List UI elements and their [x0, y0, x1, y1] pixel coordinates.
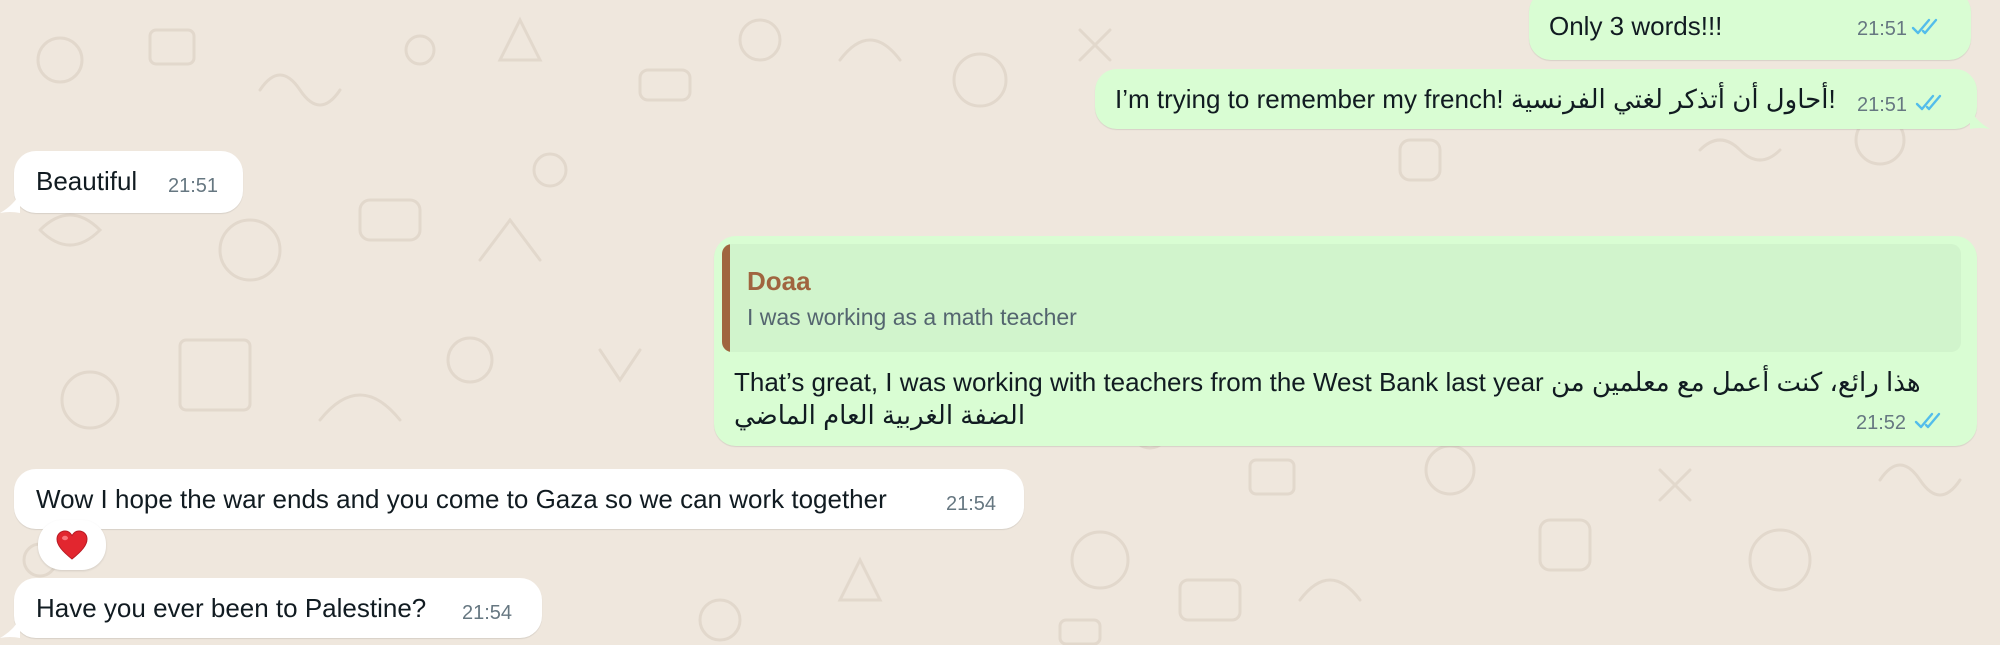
incoming-message-bubble[interactable]: Beautiful 21:51: [14, 151, 243, 213]
message-text: Only 3 words!!!: [1549, 11, 1723, 41]
message-text-line-1: That’s great, I was working with teacher…: [734, 367, 1921, 397]
message-text: Beautiful: [36, 166, 138, 196]
incoming-message-bubble[interactable]: Wow I hope the war ends and you come to …: [14, 469, 1024, 529]
message-timestamp: 21:51: [168, 175, 219, 197]
bubble-tail: [0, 193, 20, 213]
bubble-tail: [0, 618, 20, 638]
message-timestamp: 21:54: [946, 493, 997, 515]
message-timestamp: 21:51: [1857, 18, 1908, 40]
outgoing-message-bubble[interactable]: Only 3 words!!! 21:51: [1529, 0, 1971, 60]
heart-reaction-icon: [56, 530, 88, 560]
message-timestamp: 21:52: [1856, 412, 1907, 434]
message-text: I’m trying to remember my french! أحاول …: [1115, 84, 1836, 114]
message-timestamp: 21:54: [462, 602, 513, 624]
quote-accent-bar: [722, 244, 730, 352]
read-receipt-icon: [1911, 18, 1938, 35]
outgoing-message-bubble[interactable]: I’m trying to remember my french! أحاول …: [1095, 69, 1977, 129]
quote-author: Doaa: [747, 266, 811, 296]
read-receipt-icon: [1914, 412, 1941, 429]
message-text-line-2: الضفة الغربية العام الماضي: [734, 400, 1026, 430]
message-text: Have you ever been to Palestine?: [36, 593, 427, 623]
incoming-message-bubble[interactable]: Have you ever been to Palestine? 21:54: [14, 578, 542, 638]
read-receipt-icon: [1915, 94, 1942, 111]
outgoing-reply-bubble[interactable]: Doaa I was working as a math teacher Tha…: [714, 236, 1977, 446]
bubble-tail: [1970, 109, 1990, 129]
message-reaction[interactable]: [38, 520, 106, 570]
quote-text: I was working as a math teacher: [747, 304, 1077, 330]
message-text: Wow I hope the war ends and you come to …: [36, 484, 887, 514]
message-timestamp: 21:51: [1857, 94, 1908, 116]
quoted-message[interactable]: Doaa I was working as a math teacher: [722, 244, 1961, 352]
